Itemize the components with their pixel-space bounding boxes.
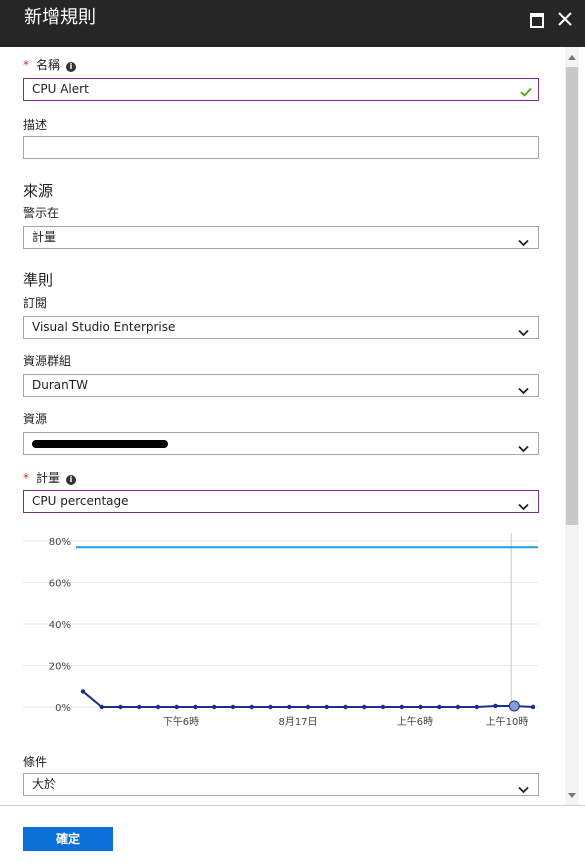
data-point bbox=[305, 704, 311, 710]
data-point bbox=[212, 704, 217, 710]
data-point bbox=[324, 704, 329, 710]
description-label: 描述 bbox=[23, 118, 48, 132]
x-tick-label: 下午6時 bbox=[163, 715, 199, 728]
data-point bbox=[418, 704, 423, 710]
y-tick-label: 40% bbox=[49, 620, 71, 631]
close-icon[interactable] bbox=[557, 11, 573, 27]
data-point bbox=[80, 689, 86, 694]
data-point bbox=[455, 704, 461, 710]
series-line bbox=[82, 690, 534, 708]
y-tick-label: 80% bbox=[49, 537, 71, 548]
alert-on-value: 計量 bbox=[32, 230, 57, 244]
redacted-value bbox=[32, 440, 168, 448]
criteria-section-title: 準則 bbox=[23, 271, 54, 289]
data-point bbox=[174, 704, 179, 710]
alert-on-label: 警示在 bbox=[23, 206, 60, 220]
chevron-down-icon bbox=[518, 381, 529, 402]
data-point bbox=[193, 704, 198, 710]
data-point bbox=[399, 704, 404, 710]
data-point bbox=[249, 704, 254, 710]
scroll-down-arrow[interactable] bbox=[568, 793, 576, 798]
data-point bbox=[268, 704, 273, 710]
x-tick-label: 上午6時 bbox=[397, 715, 433, 728]
scrollbar-thumb[interactable] bbox=[566, 67, 578, 525]
alert-on-dropdown[interactable]: 計量 bbox=[23, 226, 539, 249]
metric-label-row: * 計量 i bbox=[23, 470, 77, 486]
blade-footer: 確定 bbox=[0, 805, 585, 863]
x-tick-label: 上午10時 bbox=[486, 715, 529, 728]
data-point bbox=[380, 704, 386, 710]
chevron-down-icon bbox=[518, 439, 529, 460]
info-icon[interactable]: i bbox=[66, 475, 77, 485]
description-input[interactable] bbox=[23, 136, 539, 159]
condition-label: 條件 bbox=[23, 755, 48, 769]
resource-label: 資源 bbox=[23, 412, 48, 426]
x-tick-label: 8月17日 bbox=[278, 716, 317, 728]
condition-dropdown[interactable]: 大於 bbox=[23, 773, 539, 796]
name-input[interactable]: CPU Alert bbox=[23, 78, 539, 101]
data-point bbox=[118, 704, 123, 710]
metric-value: CPU percentage bbox=[32, 494, 129, 508]
source-section-title: 來源 bbox=[23, 182, 54, 200]
data-point bbox=[530, 704, 536, 710]
chevron-down-icon bbox=[518, 780, 529, 801]
data-point bbox=[155, 704, 161, 710]
resource-group-dropdown[interactable]: DuranTW bbox=[23, 374, 539, 397]
data-point bbox=[493, 703, 498, 709]
info-icon[interactable]: i bbox=[66, 62, 77, 72]
metric-label: 計量 bbox=[36, 471, 61, 485]
name-label: 名稱 bbox=[36, 58, 61, 72]
vertical-scrollbar[interactable] bbox=[565, 47, 579, 805]
blade-title: 新增規則 bbox=[24, 7, 96, 28]
required-asterisk: * bbox=[23, 471, 29, 485]
y-tick-label: 60% bbox=[49, 579, 71, 590]
data-point bbox=[437, 704, 442, 710]
subscription-dropdown[interactable]: Visual Studio Enterprise bbox=[23, 316, 539, 339]
y-tick-label: 20% bbox=[49, 662, 71, 673]
highlight-point bbox=[508, 700, 520, 712]
chevron-down-icon bbox=[518, 233, 529, 254]
scroll-up-arrow[interactable] bbox=[568, 55, 576, 60]
condition-value: 大於 bbox=[32, 777, 57, 791]
data-point bbox=[137, 704, 142, 710]
data-point bbox=[287, 704, 292, 710]
chevron-down-icon bbox=[518, 497, 529, 518]
resource-group-value: DuranTW bbox=[32, 378, 88, 392]
metric-dropdown[interactable]: CPU percentage bbox=[23, 490, 539, 513]
data-point bbox=[474, 704, 479, 710]
resource-group-label: 資源群組 bbox=[23, 354, 72, 368]
checkmark-icon bbox=[520, 83, 532, 104]
data-point bbox=[99, 704, 104, 710]
ok-button[interactable]: 確定 bbox=[23, 827, 113, 851]
chevron-down-icon bbox=[518, 323, 529, 344]
data-point bbox=[362, 704, 367, 710]
subscription-label: 訂閱 bbox=[23, 296, 48, 310]
name-label-row: * 名稱 i bbox=[23, 57, 77, 73]
y-tick-label: 0% bbox=[55, 703, 71, 714]
name-value: CPU Alert bbox=[32, 82, 89, 96]
maximize-icon[interactable] bbox=[529, 11, 545, 28]
required-asterisk: * bbox=[23, 58, 29, 72]
resource-dropdown[interactable] bbox=[23, 432, 539, 455]
subscription-value: Visual Studio Enterprise bbox=[32, 320, 176, 334]
blade-header: 新增規則 bbox=[0, 0, 585, 47]
blade-content: * 名稱 i CPU Alert 描述 來源 警示在 計量 準則 訂閱 Visual… bbox=[0, 47, 565, 805]
metric-chart: 80% 60% 40% 20% 0% 下午6時 8月17日 上午6時 上午10時 bbox=[23, 533, 538, 728]
data-point bbox=[230, 704, 236, 710]
data-point bbox=[343, 704, 348, 710]
